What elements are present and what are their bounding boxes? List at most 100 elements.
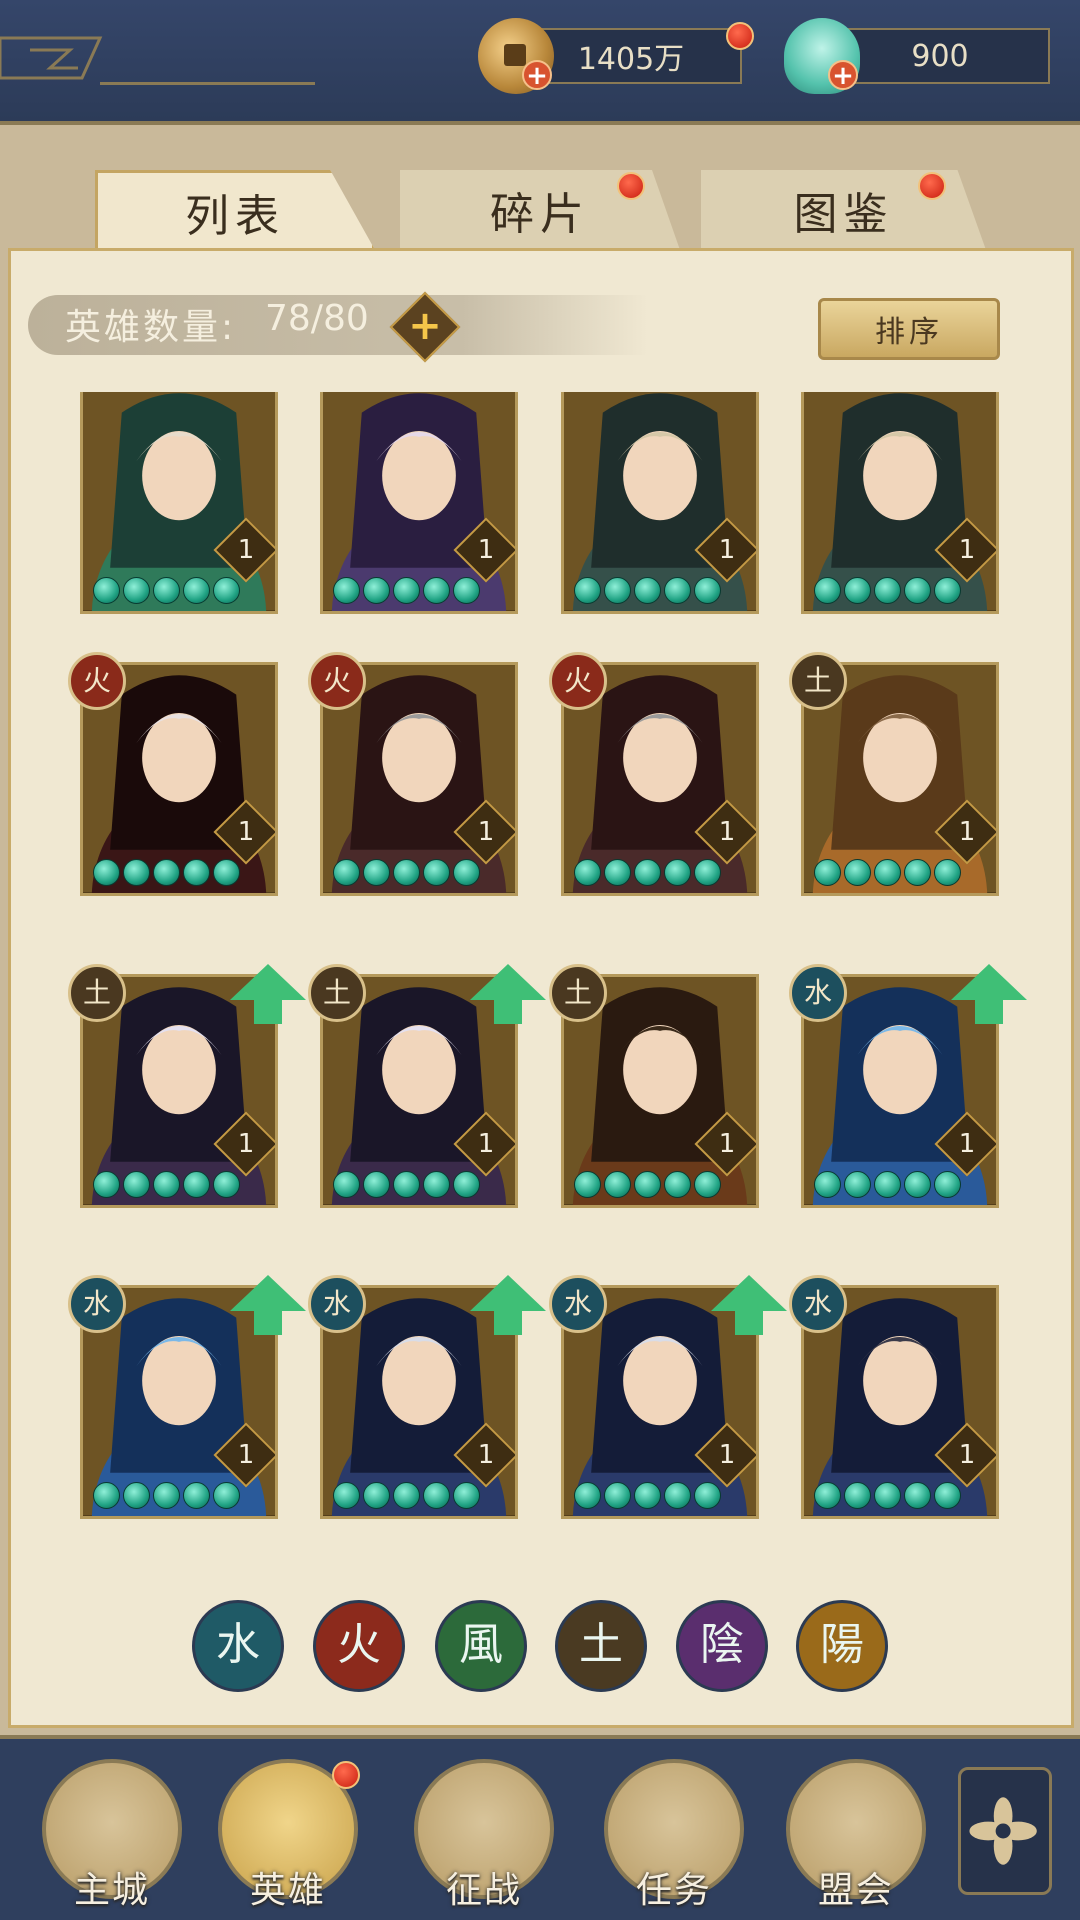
hero-level: 1 <box>958 1440 976 1470</box>
hero-element-badge: 水 <box>789 964 847 1022</box>
star-gem-icon <box>183 1482 210 1509</box>
element-filter-button[interactable]: 火 <box>313 1600 405 1692</box>
star-gem-icon <box>363 577 390 604</box>
star-gem-icon <box>453 1171 480 1198</box>
star-gem-icon <box>453 1482 480 1509</box>
star-gem-icon <box>904 1482 931 1509</box>
star-gem-icon <box>123 1482 150 1509</box>
element-filter-button[interactable]: 風 <box>435 1600 527 1692</box>
more-menu-button[interactable] <box>958 1767 1052 1895</box>
top-bar: 1405万 + 900 + <box>0 0 1080 125</box>
tab-list[interactable]: 列表 <box>95 170 375 250</box>
codex-notification-dot <box>918 172 946 200</box>
star-gem-icon <box>213 1482 240 1509</box>
star-gem-icon <box>904 1171 931 1198</box>
hero-element-badge: 土 <box>68 964 126 1022</box>
flower-menu-icon <box>969 1797 1037 1865</box>
element-filter-button[interactable]: 土 <box>555 1600 647 1692</box>
star-gem-icon <box>694 859 721 886</box>
star-gem-icon <box>694 1482 721 1509</box>
hero-element-badge: 水 <box>308 1275 366 1333</box>
upgrade-arrow-icon <box>230 1275 306 1335</box>
hero-card[interactable]: 1 <box>801 392 999 614</box>
star-gem-icon <box>183 577 210 604</box>
star-gem-icon <box>934 1482 961 1509</box>
star-gem-icon <box>363 859 390 886</box>
hero-element-badge: 水 <box>549 1275 607 1333</box>
upgrade-arrow-icon <box>711 1275 787 1335</box>
star-gem-icon <box>423 859 450 886</box>
hero-card[interactable]: 1 <box>320 392 518 614</box>
add-coin-button[interactable]: + <box>522 60 552 90</box>
nav-item[interactable]: 盟会 <box>786 1759 926 1911</box>
tab-bar: 列表 碎片 图鉴 <box>95 170 995 250</box>
hero-element-badge: 水 <box>68 1275 126 1333</box>
nav-item[interactable]: 主城 <box>42 1759 182 1911</box>
bottom-nav: 主城 英雄 征战 任务 盟会 <box>0 1735 1080 1920</box>
upgrade-arrow-icon <box>470 964 546 1024</box>
header-divider <box>100 82 315 85</box>
star-gem-icon <box>123 577 150 604</box>
star-gem-icon <box>664 577 691 604</box>
hero-level: 1 <box>718 1440 736 1470</box>
nav-item[interactable]: 任务 <box>604 1759 744 1911</box>
star-gem-icon <box>634 1482 661 1509</box>
element-filter-button[interactable]: 水 <box>192 1600 284 1692</box>
fragments-notification-dot <box>617 172 645 200</box>
hero-star-row <box>814 1482 961 1510</box>
star-gem-icon <box>874 859 901 886</box>
star-gem-icon <box>574 577 601 604</box>
hero-element-badge: 土 <box>789 652 847 710</box>
hero-level: 1 <box>958 817 976 847</box>
shell-value: 900 <box>911 38 969 74</box>
star-gem-icon <box>333 1482 360 1509</box>
star-gem-icon <box>423 1482 450 1509</box>
element-filter-button[interactable]: 陰 <box>676 1600 768 1692</box>
hero-star-row <box>93 1482 240 1510</box>
star-gem-icon <box>213 577 240 604</box>
nav-label: 征战 <box>445 1870 522 1911</box>
star-gem-icon <box>333 859 360 886</box>
hero-level: 1 <box>718 535 736 565</box>
star-gem-icon <box>123 859 150 886</box>
star-gem-icon <box>213 859 240 886</box>
hero-level: 1 <box>237 535 255 565</box>
hero-card[interactable]: 1 <box>561 392 759 614</box>
star-gem-icon <box>393 859 420 886</box>
hero-card[interactable]: 1 <box>80 392 278 614</box>
sort-button[interactable]: 排序 <box>818 298 1000 360</box>
star-gem-icon <box>634 1171 661 1198</box>
hero-level: 1 <box>237 1129 255 1159</box>
hero-nav-notification-dot <box>332 1761 360 1789</box>
star-gem-icon <box>874 577 901 604</box>
add-shell-button[interactable]: + <box>828 60 858 90</box>
nav-item[interactable]: 征战 <box>414 1759 554 1911</box>
menu-logo-icon[interactable] <box>0 32 110 84</box>
star-gem-icon <box>153 1482 180 1509</box>
star-gem-icon <box>363 1171 390 1198</box>
star-gem-icon <box>664 1482 691 1509</box>
hero-star-row <box>93 577 240 605</box>
star-gem-icon <box>183 1171 210 1198</box>
star-gem-icon <box>934 577 961 604</box>
hero-level: 1 <box>718 1129 736 1159</box>
nav-label: 主城 <box>73 1870 150 1911</box>
star-gem-icon <box>874 1482 901 1509</box>
star-gem-icon <box>93 1482 120 1509</box>
shell-display: 900 <box>830 28 1050 84</box>
hero-level: 1 <box>477 535 495 565</box>
star-gem-icon <box>694 577 721 604</box>
element-filter-button[interactable]: 陽 <box>796 1600 888 1692</box>
star-gem-icon <box>93 577 120 604</box>
hero-element-badge: 火 <box>308 652 366 710</box>
element-filter-bar: 水火風土陰陽 <box>0 1600 1080 1700</box>
hero-level: 1 <box>477 1440 495 1470</box>
star-gem-icon <box>453 577 480 604</box>
star-gem-icon <box>814 859 841 886</box>
star-gem-icon <box>664 859 691 886</box>
upgrade-arrow-icon <box>951 964 1027 1024</box>
hero-star-row <box>814 577 961 605</box>
hero-count-value: 78/80 <box>265 298 369 339</box>
star-gem-icon <box>393 1171 420 1198</box>
star-gem-icon <box>634 577 661 604</box>
